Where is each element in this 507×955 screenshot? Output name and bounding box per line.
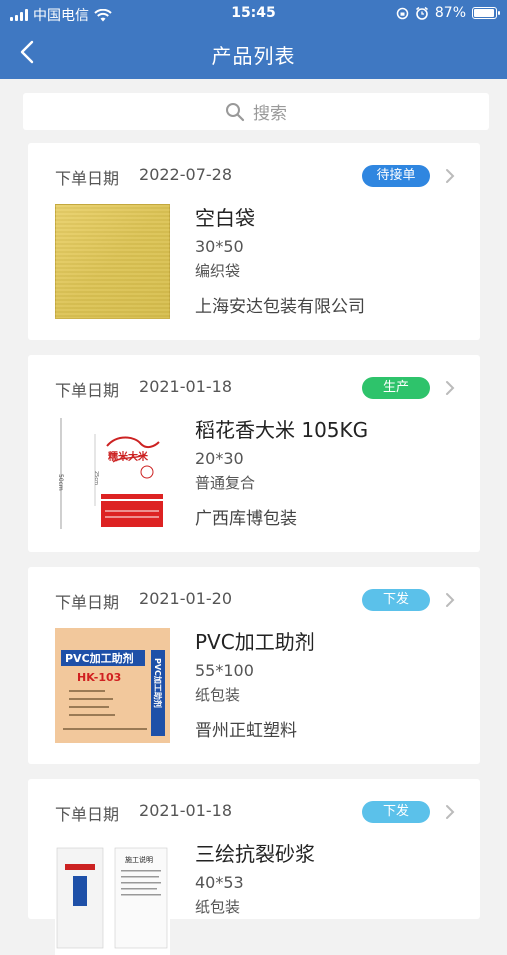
product-size: 40*53 xyxy=(195,873,244,892)
order-date: 2021-01-20 xyxy=(139,589,232,608)
product-name: 稻花香大米 105KG xyxy=(195,418,369,442)
battery-icon xyxy=(472,7,500,19)
order-date: 2021-01-18 xyxy=(139,801,232,820)
order-date-row: 下单日期 2021-01-18 xyxy=(55,377,232,401)
dimension-side-label: 50cm xyxy=(57,474,64,491)
chevron-right-icon[interactable] xyxy=(443,803,457,821)
page-title: 产品列表 xyxy=(211,44,296,68)
status-right: 87% xyxy=(396,5,500,21)
dimension-inner-label: 25cm xyxy=(93,471,99,485)
status-badge: 待接单 xyxy=(362,165,430,187)
status-badge: 下发 xyxy=(362,801,430,823)
battery-level xyxy=(474,9,494,17)
chevron-right-icon[interactable] xyxy=(443,379,457,397)
order-card[interactable]: 下单日期 2021-01-20 下发 PVC加工助剂 HK-103 PVC加工助… xyxy=(28,567,480,764)
brand-text: 糯米大米 xyxy=(108,450,149,463)
product-thumbnail: PVC加工助剂 HK-103 PVC加工助剂 xyxy=(55,628,170,743)
order-date-label: 下单日期 xyxy=(55,381,120,400)
order-date-row: 下单日期 2021-01-20 xyxy=(55,589,232,613)
pvc-bag-illustration: PVC加工助剂 HK-103 PVC加工助剂 xyxy=(55,628,170,743)
company-name: 上海安达包装有限公司 xyxy=(195,297,365,317)
product-info: 空白袋 30*50 编织袋 上海安达包装有限公司 xyxy=(195,205,365,318)
order-date-label: 下单日期 xyxy=(55,169,120,188)
bag-code-text: HK-103 xyxy=(77,671,121,684)
notice-title: 施工说明 xyxy=(125,855,153,864)
order-date-row: 下单日期 2021-01-18 xyxy=(55,801,232,825)
product-type: 纸包装 xyxy=(195,898,241,916)
product-type: 纸包装 xyxy=(195,686,241,704)
company-name: 晋州正虹塑料 xyxy=(195,721,297,741)
product-info: 三绘抗裂砂浆 40*53 纸包装 xyxy=(195,841,315,917)
order-card[interactable]: 下单日期 2022-07-28 待接单 空白袋 30*50 编织袋 上海安达包装… xyxy=(28,143,480,340)
product-size: 30*50 xyxy=(195,237,244,256)
product-type: 普通复合 xyxy=(195,474,256,492)
order-date-label: 下单日期 xyxy=(55,805,120,824)
product-thumbnail xyxy=(55,204,170,319)
orientation-lock-icon xyxy=(396,7,409,19)
order-card[interactable]: 下单日期 2021-01-18 生产 50cm 25cm 糯米大米 稻花香大米 … xyxy=(28,355,480,552)
status-badge: 下发 xyxy=(362,589,430,611)
status-badge: 生产 xyxy=(362,377,430,399)
product-name: 三绘抗裂砂浆 xyxy=(195,842,315,866)
app-header: 中国电信 15:45 87% 产品列表 xyxy=(0,0,507,79)
product-size: 20*30 xyxy=(195,449,244,468)
product-info: PVC加工助剂 55*100 纸包装 晋州正虹塑料 xyxy=(195,629,315,742)
product-info: 稻花香大米 105KG 20*30 普通复合 广西库博包装 xyxy=(195,417,368,530)
alarm-icon xyxy=(415,6,428,20)
status-bar: 中国电信 15:45 87% xyxy=(0,0,507,28)
search-bar[interactable]: 搜索 xyxy=(23,93,489,130)
order-date-label: 下单日期 xyxy=(55,593,120,612)
battery-percent: 87% xyxy=(434,5,466,21)
search-placeholder: 搜索 xyxy=(253,104,287,124)
product-name: 空白袋 xyxy=(195,206,255,230)
order-date: 2021-01-18 xyxy=(139,377,232,396)
chevron-right-icon[interactable] xyxy=(443,591,457,609)
bag-label-text: PVC加工助剂 xyxy=(65,651,134,665)
company-name: 广西库博包装 xyxy=(195,509,297,529)
search-icon xyxy=(226,102,245,121)
product-name: PVC加工助剂 xyxy=(195,630,315,654)
rice-bag-illustration: 50cm 25cm 糯米大米 xyxy=(57,418,163,529)
order-date-row: 下单日期 2022-07-28 xyxy=(55,165,232,189)
chevron-right-icon[interactable] xyxy=(443,167,457,185)
mortar-bag-illustration: 施工说明 xyxy=(56,847,168,949)
product-size: 55*100 xyxy=(195,661,254,680)
product-type: 编织袋 xyxy=(195,262,241,280)
order-date: 2022-07-28 xyxy=(139,165,232,184)
product-thumbnail: 50cm 25cm 糯米大米 xyxy=(55,416,170,531)
bag-side-text: PVC加工助剂 xyxy=(153,658,163,708)
order-card[interactable]: 下单日期 2021-01-18 下发 施工说明 三绘抗裂砂浆 40*53 纸包装 xyxy=(28,779,480,955)
product-thumbnail: 施工说明 xyxy=(55,840,170,955)
